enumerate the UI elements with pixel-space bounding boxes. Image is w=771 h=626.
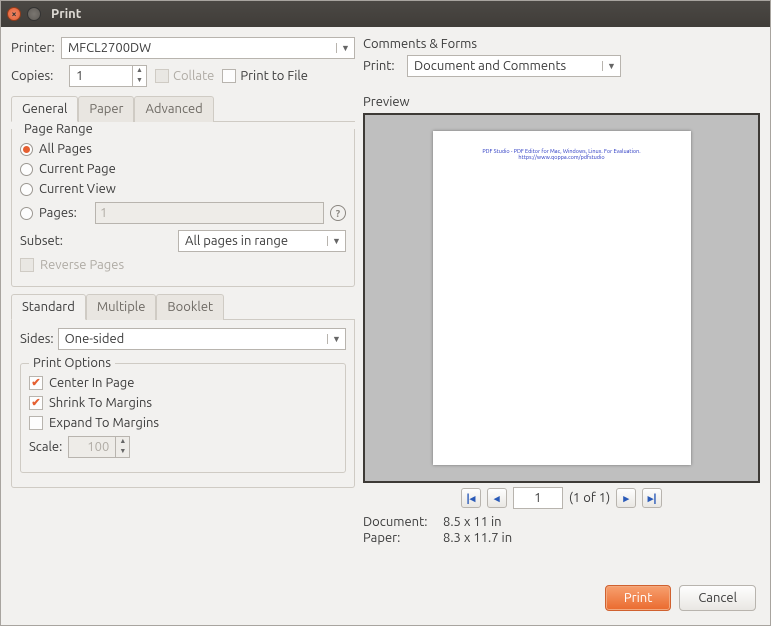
- subset-label: Subset:: [20, 234, 78, 248]
- dialog-footer: Print Cancel: [1, 579, 770, 621]
- shrink-to-margins-checkbox[interactable]: [29, 396, 43, 410]
- sides-value: One-sided: [59, 332, 327, 346]
- checkbox-icon: [155, 69, 169, 83]
- checkbox-icon: [222, 69, 236, 83]
- printer-value: MFCL2700DW: [62, 41, 336, 55]
- preview-page-text: PDF Studio - PDF Editor for Mac, Windows…: [447, 149, 677, 161]
- window-close-button[interactable]: ×: [7, 7, 21, 21]
- nav-page-input[interactable]: [513, 487, 563, 509]
- radio-current-page[interactable]: [20, 163, 33, 176]
- nav-page-count: (1 of 1): [569, 491, 610, 505]
- tab-multiple[interactable]: Multiple: [86, 294, 157, 320]
- spin-up-icon[interactable]: ▲: [133, 66, 146, 76]
- preview-page: PDF Studio - PDF Editor for Mac, Windows…: [433, 131, 691, 465]
- chevron-down-icon: ▼: [602, 61, 620, 71]
- cf-print-select[interactable]: Document and Comments ▼: [407, 55, 621, 77]
- tab-advanced[interactable]: Advanced: [134, 96, 213, 122]
- preview-area: PDF Studio - PDF Editor for Mac, Windows…: [363, 113, 760, 483]
- radio-pages[interactable]: [20, 207, 33, 220]
- tab-booklet[interactable]: Booklet: [156, 294, 224, 320]
- spin-up-icon: ▲: [116, 437, 129, 447]
- collate-checkbox: Collate: [155, 69, 214, 83]
- current-view-label: Current View: [39, 182, 116, 196]
- window-minimize-button[interactable]: [27, 7, 41, 21]
- preview-nav: |◂ ◂ (1 of 1) ▸ ▸|: [363, 487, 760, 509]
- cancel-button[interactable]: Cancel: [679, 585, 756, 611]
- collate-label: Collate: [173, 69, 214, 83]
- radio-all-pages[interactable]: [20, 143, 33, 156]
- printer-label: Printer:: [11, 41, 61, 55]
- expand-to-margins-label: Expand To Margins: [49, 416, 159, 430]
- nav-next-button[interactable]: ▸: [616, 488, 636, 508]
- nav-first-button[interactable]: |◂: [461, 488, 481, 508]
- sides-label: Sides:: [20, 332, 54, 346]
- subset-select[interactable]: All pages in range ▼: [178, 230, 346, 252]
- spin-down-icon[interactable]: ▼: [133, 76, 146, 86]
- expand-to-margins-checkbox[interactable]: [29, 416, 43, 430]
- nav-prev-button[interactable]: ◂: [487, 488, 507, 508]
- sides-select[interactable]: One-sided ▼: [58, 328, 346, 350]
- copies-value: 1: [70, 69, 132, 83]
- print-dialog: × Print Printer: MFCL2700DW ▼ Copies: 1 …: [0, 0, 771, 626]
- print-options-legend: Print Options: [29, 356, 115, 370]
- nav-last-button[interactable]: ▸|: [642, 488, 662, 508]
- window-title: Print: [51, 7, 81, 21]
- tab-standard[interactable]: Standard: [11, 294, 86, 320]
- paper-size-value: 8.3 x 11.7 in: [443, 531, 512, 545]
- printer-select[interactable]: MFCL2700DW ▼: [61, 37, 355, 59]
- shrink-to-margins-label: Shrink To Margins: [49, 396, 152, 410]
- cf-print-value: Document and Comments: [408, 59, 602, 73]
- scale-value: 100: [69, 440, 115, 454]
- help-icon[interactable]: ?: [330, 205, 346, 221]
- layout-tabs: Standard Multiple Booklet: [11, 293, 355, 320]
- preview-heading: Preview: [363, 95, 760, 109]
- print-button[interactable]: Print: [605, 585, 671, 611]
- tab-general[interactable]: General: [11, 96, 78, 122]
- tab-paper[interactable]: Paper: [78, 96, 134, 122]
- all-pages-label: All Pages: [39, 142, 92, 156]
- chevron-down-icon: ▼: [336, 43, 354, 53]
- cf-print-label: Print:: [363, 59, 401, 73]
- reverse-pages-label: Reverse Pages: [40, 258, 124, 272]
- print-to-file-label: Print to File: [240, 69, 308, 83]
- copies-label: Copies:: [11, 69, 61, 83]
- reverse-pages-checkbox: [20, 258, 34, 272]
- scale-spinner: 100 ▲▼: [68, 436, 130, 458]
- current-page-label: Current Page: [39, 162, 116, 176]
- center-in-page-checkbox[interactable]: [29, 376, 43, 390]
- paper-size-label: Paper:: [363, 531, 443, 545]
- comments-forms-heading: Comments & Forms: [363, 37, 760, 51]
- document-size-label: Document:: [363, 515, 443, 529]
- chevron-down-icon: ▼: [327, 236, 345, 246]
- document-size-value: 8.5 x 11 in: [443, 515, 502, 529]
- spin-down-icon: ▼: [116, 447, 129, 457]
- radio-current-view[interactable]: [20, 183, 33, 196]
- print-to-file-checkbox[interactable]: Print to File: [222, 69, 308, 83]
- main-tabs: General Paper Advanced: [11, 95, 355, 122]
- pages-input: [95, 202, 324, 224]
- center-in-page-label: Center In Page: [49, 376, 134, 390]
- page-range-legend: Page Range: [20, 122, 97, 136]
- titlebar: × Print: [1, 1, 770, 27]
- subset-value: All pages in range: [179, 234, 327, 248]
- scale-label: Scale:: [29, 440, 62, 454]
- chevron-down-icon: ▼: [327, 334, 345, 344]
- pages-label: Pages:: [39, 206, 89, 220]
- copies-spinner[interactable]: 1 ▲▼: [69, 65, 147, 87]
